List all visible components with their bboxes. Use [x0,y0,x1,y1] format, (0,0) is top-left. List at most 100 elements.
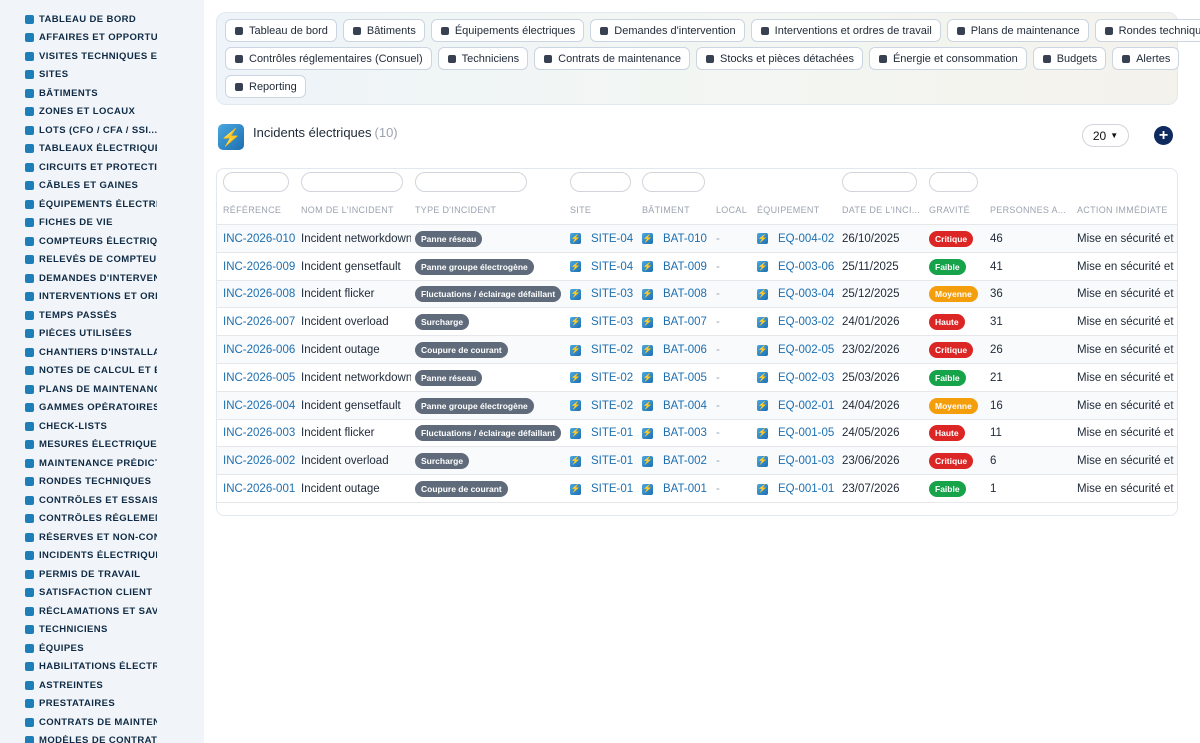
table-row[interactable]: INC-2026-005 Incident networkdown Panne ré… [217,364,1177,392]
sidebar-item[interactable]: TECHNICIENS [0,621,204,640]
sidebar-item[interactable]: MODÈLES DE CONTRATS [0,732,204,743]
column-filter-input[interactable] [415,172,527,192]
sidebar-item[interactable]: RELEVÉS DE COMPTEURS [0,251,204,270]
site-link[interactable]: SITE-02 [591,400,633,412]
sidebar-item[interactable]: SITES [0,66,204,85]
quick-nav-button[interactable]: Bâtiments [342,19,425,42]
sidebar-item[interactable]: RONDES TECHNIQUES [0,473,204,492]
quick-nav-button[interactable]: Demandes d'intervention [590,19,745,42]
site-link[interactable]: SITE-03 [591,316,633,328]
sidebar-item[interactable]: RÉSERVES ET NON-CONFORMITÉS [0,528,204,547]
column-filter-input[interactable] [570,172,631,192]
quick-nav-button[interactable]: Stocks et pièces détachées [696,47,863,70]
column-filter-input[interactable] [223,172,289,192]
incident-reference-link[interactable]: INC-2026-003 [223,427,295,439]
site-link[interactable]: SITE-04 [591,261,633,273]
sidebar-item[interactable]: CONTRÔLES ET ESSAIS [0,491,204,510]
sidebar-item[interactable]: TABLEAUX ÉLECTRIQUES [0,140,204,159]
equipment-link[interactable]: EQ-001-03 [778,455,834,467]
column-filter-input[interactable] [842,172,917,192]
column-filter-input[interactable] [929,172,978,192]
sidebar-item[interactable]: COMPTEURS ÉLECTRIQUES [0,232,204,251]
column-header[interactable]: LOCAL [716,205,754,215]
sidebar-item[interactable]: INCIDENTS ÉLECTRIQUES [0,547,204,566]
site-link[interactable]: SITE-01 [591,483,633,495]
equipment-link[interactable]: EQ-002-05 [778,344,834,356]
sidebar-item[interactable]: VISITES TECHNIQUES ET ... [0,47,204,66]
sidebar-item[interactable]: HABILITATIONS ÉLECTRIQUES [0,658,204,677]
table-row[interactable]: INC-2026-002 Incident overload Surcharge ⚡ S… [217,447,1177,476]
equipment-link[interactable]: EQ-003-06 [778,261,834,273]
incident-reference-link[interactable]: INC-2026-006 [223,344,295,356]
sidebar-item[interactable]: PRESTATAIRES [0,695,204,714]
sidebar-item[interactable]: AFFAIRES ET OPPORTUNITÉS [0,29,204,48]
sidebar-item[interactable]: ÉQUIPEMENTS ÉLECTRIQUES [0,195,204,214]
building-link[interactable]: BAT-004 [663,400,707,412]
quick-nav-button[interactable]: Alertes [1112,47,1180,70]
column-header[interactable]: BÂTIMENT [642,205,712,215]
quick-nav-button[interactable]: Reporting [225,75,306,98]
table-row[interactable]: INC-2026-003 Incident flicker Fluctuations… [217,420,1177,448]
site-link[interactable]: SITE-04 [591,233,633,245]
building-link[interactable]: BAT-010 [663,233,707,245]
sidebar-item[interactable]: DEMANDES D'INTERVENTION [0,269,204,288]
column-header[interactable]: GRAVITÉ [929,205,987,215]
incident-reference-link[interactable]: INC-2026-002 [223,455,295,467]
quick-nav-button[interactable]: Contrôles réglementaires (Consuel) [225,47,432,70]
column-filter-input[interactable] [301,172,403,192]
site-link[interactable]: SITE-01 [591,427,633,439]
quick-nav-button[interactable]: Tableau de bord [225,19,337,42]
sidebar-item[interactable]: TEMPS PASSÉS [0,306,204,325]
sidebar-item[interactable]: LOTS (CFO / CFA / SSI...) [0,121,204,140]
building-link[interactable]: BAT-006 [663,344,707,356]
site-link[interactable]: SITE-02 [591,372,633,384]
equipment-link[interactable]: EQ-004-02 [778,233,834,245]
column-header[interactable]: ÉQUIPEMENT [757,205,839,215]
column-header[interactable]: DATE DE L'INCI... [842,205,926,215]
sidebar-item[interactable]: ZONES ET LOCAUX [0,103,204,122]
incident-reference-link[interactable]: INC-2026-005 [223,372,295,384]
equipment-link[interactable]: EQ-001-05 [778,427,834,439]
sidebar-item[interactable]: MAINTENANCE PRÉDICTIVE [0,454,204,473]
sidebar-item[interactable]: INTERVENTIONS ET ORDRES DE TRAVAIL [0,288,204,307]
quick-nav-button[interactable]: Rondes techniques [1094,19,1200,42]
per-page-select[interactable]: 20 ▼ [1082,124,1129,147]
sidebar-item[interactable]: CONTRATS DE MAINTENANCE [0,713,204,732]
building-link[interactable]: BAT-003 [663,427,707,439]
sidebar-item[interactable]: FICHES DE VIE [0,214,204,233]
table-row[interactable]: INC-2026-008 Incident flicker Fluctuations… [217,280,1177,309]
incident-reference-link[interactable]: INC-2026-004 [223,400,295,412]
quick-nav-button[interactable]: Techniciens [437,47,529,70]
sidebar-item[interactable]: ÉQUIPES [0,639,204,658]
sidebar-item[interactable]: ASTREINTES [0,676,204,695]
table-row[interactable]: INC-2026-007 Incident overload Surcharge ⚡ S… [217,308,1177,337]
add-incident-button[interactable]: + [1154,126,1173,145]
quick-nav-button[interactable]: Énergie et consommation [868,47,1027,70]
site-link[interactable]: SITE-03 [591,288,633,300]
equipment-link[interactable]: EQ-002-01 [778,400,834,412]
sidebar-item[interactable]: TABLEAU DE BORD [0,10,204,29]
building-link[interactable]: BAT-007 [663,316,707,328]
quick-nav-button[interactable]: Budgets [1032,47,1107,70]
sidebar-item[interactable]: RÉCLAMATIONS ET SAV [0,602,204,621]
sidebar-item[interactable]: PERMIS DE TRAVAIL [0,565,204,584]
column-filter-input[interactable] [642,172,705,192]
quick-nav-button[interactable]: Équipements électriques [430,19,585,42]
incident-reference-link[interactable]: INC-2026-010 [223,233,295,245]
building-link[interactable]: BAT-002 [663,455,707,467]
sidebar-item[interactable]: CHANTIERS D'INSTALLATION [0,343,204,362]
incident-reference-link[interactable]: INC-2026-008 [223,288,295,300]
sidebar-item[interactable]: CÂBLES ET GAINES [0,177,204,196]
sidebar-item[interactable]: MESURES ÉLECTRIQUES [0,436,204,455]
sidebar-item[interactable]: GAMMES OPÉRATOIRES [0,399,204,418]
sidebar-item[interactable]: PIÈCES UTILISÉES [0,325,204,344]
sidebar-item[interactable]: SATISFACTION CLIENT [0,584,204,603]
column-header[interactable]: RÉFÉRENCE [223,205,299,215]
building-link[interactable]: BAT-008 [663,288,707,300]
site-link[interactable]: SITE-01 [591,455,633,467]
table-row[interactable]: INC-2026-004 Incident gensetfault Panne gr… [217,391,1177,420]
incident-reference-link[interactable]: INC-2026-007 [223,316,295,328]
quick-nav-button[interactable]: Plans de maintenance [946,19,1089,42]
column-header[interactable]: SITE [570,205,638,215]
equipment-link[interactable]: EQ-003-02 [778,316,834,328]
